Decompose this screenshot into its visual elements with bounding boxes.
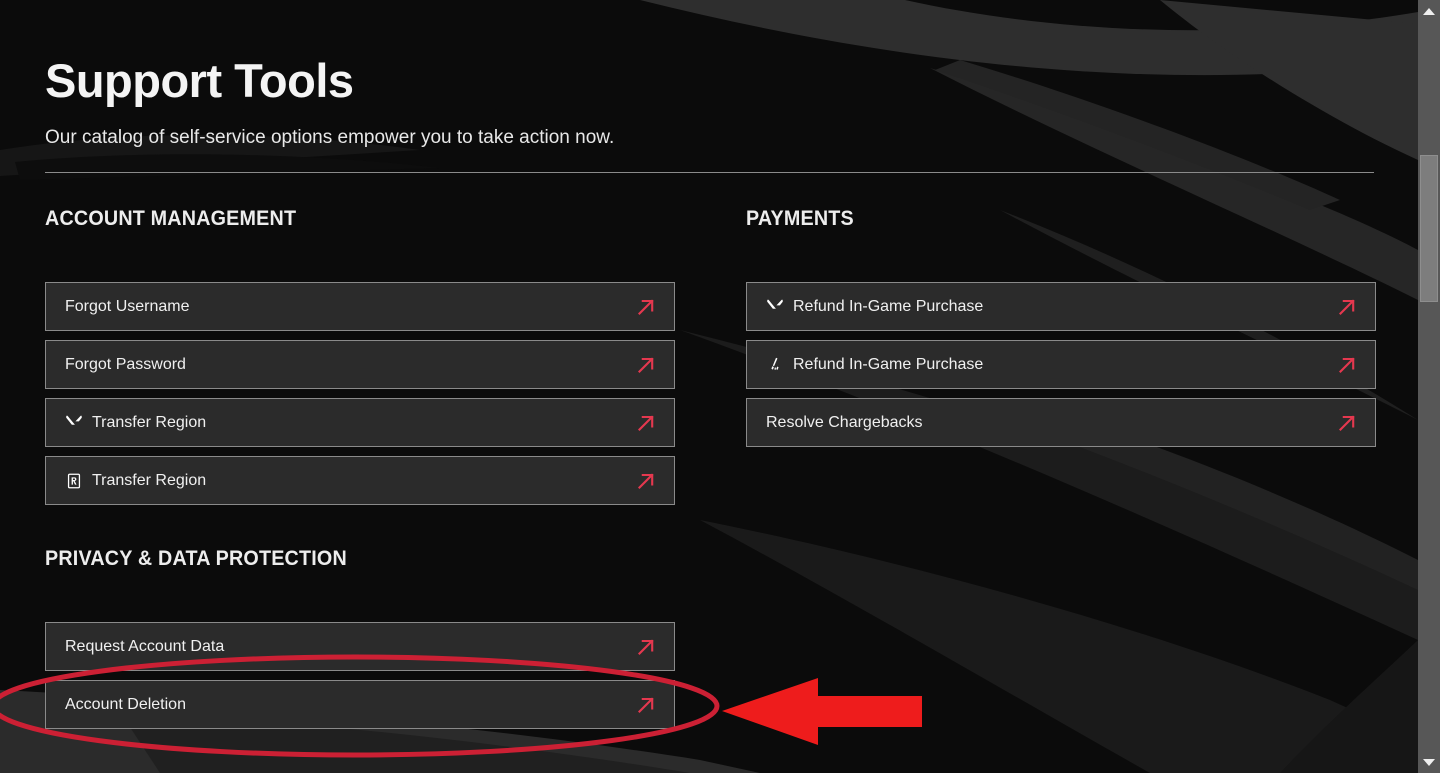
tool-label: Transfer Region [92,471,207,489]
scrollbar-down-button[interactable] [1418,751,1440,773]
header-divider [45,172,1374,173]
arrow-up-right-icon [638,357,654,373]
tool-list-payments: Refund In-Game Purchase Refund In-Game P… [746,282,1376,447]
section-privacy-data-protection: PRIVACY & DATA PROTECTION Request Accoun… [45,545,675,729]
triangle-down-icon [1423,758,1435,766]
page-content: Support Tools Our catalog of self-servic… [0,0,1418,773]
tool-button-forgot-username[interactable]: Forgot Username [45,282,675,331]
tool-label: Forgot Password [65,355,186,373]
arrow-up-right-icon [638,473,654,489]
triangle-up-icon [1423,7,1435,15]
tool-label: Transfer Region [92,413,207,431]
arrow-up-right-icon [1339,299,1355,315]
tool-label: Refund In-Game Purchase [793,297,984,315]
tool-button-refund-in-game-purchase-valorant[interactable]: Refund In-Game Purchase [746,282,1376,331]
tool-button-account-deletion[interactable]: Account Deletion [45,680,675,729]
arrow-up-right-icon [638,639,654,655]
scrollbar-thumb[interactable] [1420,155,1438,302]
tool-button-transfer-region-valorant[interactable]: Transfer Region [45,398,675,447]
left-column: ACCOUNT MANAGEMENT Forgot Username Forgo… [45,205,675,729]
riot-r-icon [65,472,83,490]
arrow-up-right-icon [638,299,654,315]
arrow-up-right-icon [1339,357,1355,373]
tool-button-refund-in-game-purchase-tft[interactable]: Refund In-Game Purchase [746,340,1376,389]
tool-label: Refund In-Game Purchase [793,355,984,373]
tool-button-resolve-chargebacks[interactable]: Resolve Chargebacks [746,398,1376,447]
section-account-management: ACCOUNT MANAGEMENT Forgot Username Forgo… [45,205,675,505]
tool-list-account-management: Forgot Username Forgot Password Transfer… [45,282,675,505]
page-title: Support Tools [45,54,354,108]
tool-label: Account Deletion [65,695,186,713]
vertical-scrollbar[interactable] [1418,0,1440,773]
arrow-up-right-icon [1339,415,1355,431]
arrow-up-right-icon [638,697,654,713]
page-subtitle: Our catalog of self-service options empo… [45,127,615,148]
section-title-payments: PAYMENTS [746,207,854,230]
scrollbar-up-button[interactable] [1418,0,1440,22]
tool-button-request-account-data[interactable]: Request Account Data [45,622,675,671]
tool-button-forgot-password[interactable]: Forgot Password [45,340,675,389]
right-column: PAYMENTS Refund In-Game Purchase Refund … [746,205,1376,447]
arrow-up-right-icon [638,415,654,431]
valorant-icon [766,298,784,316]
tool-label: Forgot Username [65,297,190,315]
section-title-privacy-data-protection: PRIVACY & DATA PROTECTION [45,547,347,570]
tool-label: Request Account Data [65,637,225,655]
tft-icon [766,356,784,374]
section-payments: PAYMENTS Refund In-Game Purchase Refund … [746,205,1376,447]
tool-list-privacy-data-protection: Request Account Data Account Deletion [45,622,675,729]
tool-label: Resolve Chargebacks [766,413,923,431]
valorant-icon [65,414,83,432]
support-tools-page: Support Tools Our catalog of self-servic… [0,0,1418,773]
section-title-account-management: ACCOUNT MANAGEMENT [45,207,297,230]
scrollbar-track[interactable] [1418,22,1440,155]
tool-button-transfer-region-riot[interactable]: Transfer Region [45,456,675,505]
